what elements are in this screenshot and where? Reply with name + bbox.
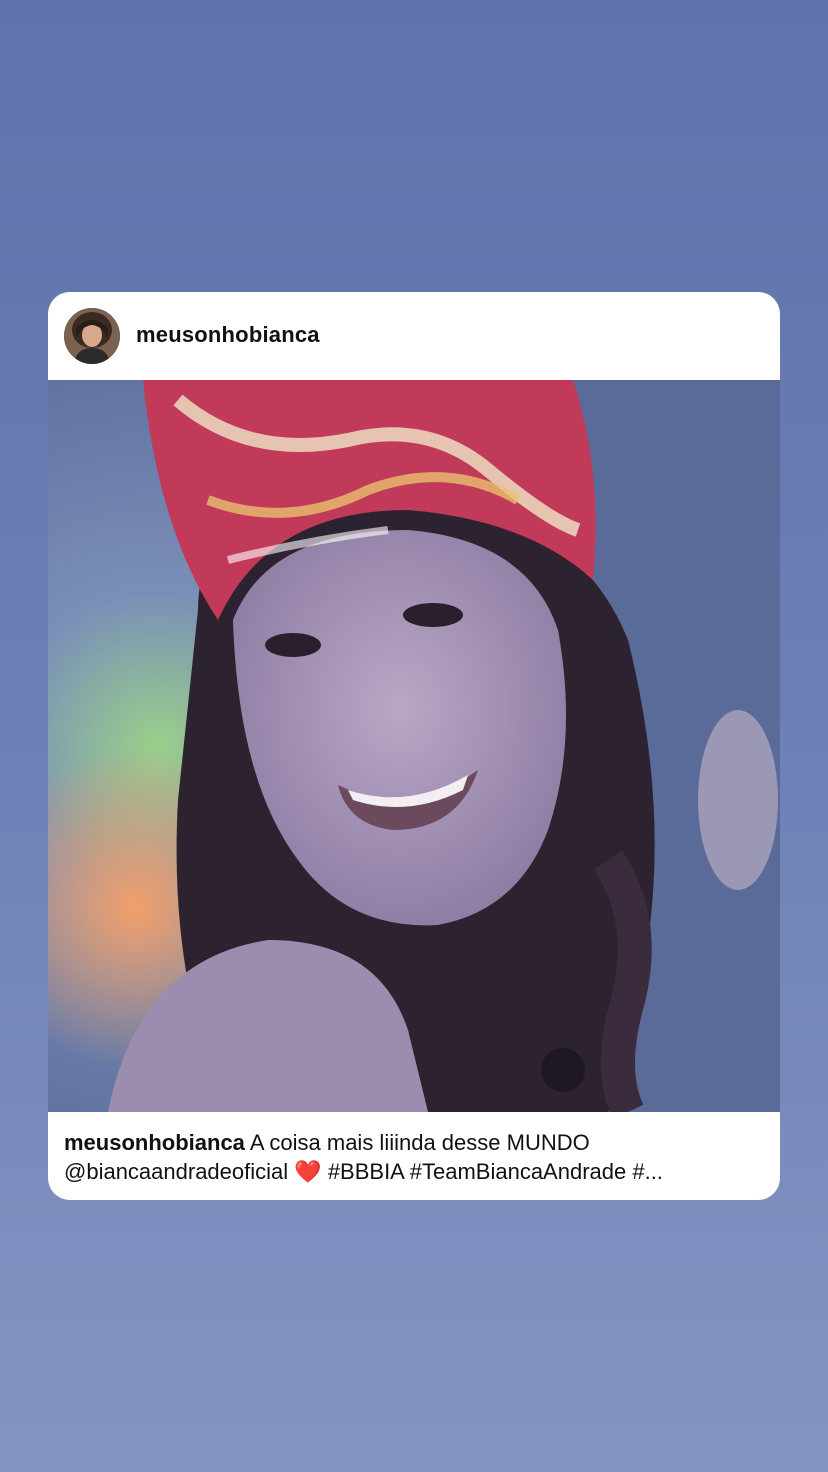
- avatar[interactable]: [64, 308, 120, 364]
- post-photo[interactable]: [48, 380, 780, 1112]
- caption-text: A coisa mais liiinda desse MUNDO: [244, 1130, 590, 1155]
- shared-post-card[interactable]: meusonhobianca meusonhobianca A coisa ma…: [48, 292, 780, 1200]
- caption-hashtags[interactable]: #BBBIA #TeamBiancaAndrade #...: [328, 1159, 663, 1184]
- post-caption: meusonhobianca A coisa mais liiinda dess…: [64, 1128, 764, 1186]
- post-username[interactable]: meusonhobianca: [136, 322, 320, 348]
- heart-emoji-icon: ❤️: [294, 1159, 322, 1184]
- caption-line-2: @biancaandradeoficial ❤️ #BBBIA #TeamBia…: [64, 1157, 764, 1186]
- caption-mention[interactable]: @biancaandradeoficial: [64, 1159, 288, 1184]
- woman-bandana-photo-icon: [48, 380, 780, 1112]
- caption-username[interactable]: meusonhobianca: [64, 1130, 245, 1155]
- caption-line-1: meusonhobianca A coisa mais liiinda dess…: [64, 1128, 764, 1157]
- post-header: meusonhobianca: [48, 292, 780, 380]
- profile-photo-icon: [64, 308, 120, 364]
